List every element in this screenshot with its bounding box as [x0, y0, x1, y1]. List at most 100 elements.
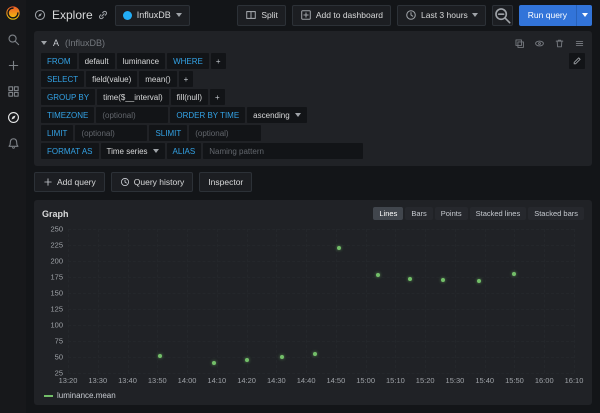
order-by-time-select[interactable]: ascending — [247, 107, 306, 123]
y-tick-label: 125 — [50, 305, 63, 314]
group-by-row: GROUP BY time($__interval) fill(null) + — [41, 89, 565, 105]
data-point[interactable] — [408, 277, 412, 281]
from-keyword[interactable]: FROM — [41, 53, 77, 69]
alias-keyword[interactable]: ALIAS — [167, 143, 202, 159]
group-by-add-button[interactable]: + — [210, 89, 225, 105]
x-tick-label: 14:20 — [237, 376, 256, 385]
search-icon[interactable] — [5, 31, 21, 47]
limit-input[interactable] — [75, 125, 147, 141]
data-point[interactable] — [212, 361, 216, 365]
add-to-dashboard-button[interactable]: Add to dashboard — [292, 5, 391, 26]
data-point[interactable] — [477, 279, 481, 283]
graph-mode-switcher: Lines Bars Points Stacked lines Stacked … — [373, 207, 584, 220]
select-mean-segment[interactable]: mean() — [139, 71, 176, 87]
gridline-horizontal — [68, 357, 574, 358]
main-area: Explore InfluxDB Split — [26, 0, 600, 413]
run-query-dropdown[interactable] — [576, 5, 592, 26]
select-field-segment[interactable]: field(value) — [86, 71, 137, 87]
dashboards-grid-icon[interactable] — [5, 83, 21, 99]
x-tick-label: 14:50 — [326, 376, 345, 385]
gridline-vertical — [425, 229, 426, 373]
data-point[interactable] — [441, 278, 445, 282]
select-add-button[interactable]: + — [179, 71, 194, 87]
y-tick-label: 100 — [50, 321, 63, 330]
x-tick-label: 13:20 — [59, 376, 78, 385]
disable-query-eye-icon[interactable] — [534, 38, 545, 49]
format-as-select[interactable]: Time series — [101, 143, 165, 159]
graph-mode-stacked-bars[interactable]: Stacked bars — [528, 207, 584, 220]
grafana-logo-icon[interactable] — [5, 5, 21, 21]
graph-mode-points[interactable]: Points — [435, 207, 468, 220]
chevron-down-icon — [295, 113, 301, 117]
toggle-text-edit-pencil-icon[interactable] — [569, 53, 585, 69]
inspector-button[interactable]: Inspector — [199, 172, 252, 192]
sidebar — [0, 0, 26, 413]
data-point[interactable] — [313, 352, 317, 356]
group-by-time-segment[interactable]: time($__interval) — [97, 89, 169, 105]
data-point[interactable] — [158, 354, 162, 358]
chevron-down-icon — [582, 13, 588, 17]
timezone-keyword[interactable]: TIMEZONE — [41, 107, 94, 123]
from-policy-segment[interactable]: default — [79, 53, 115, 69]
gridline-horizontal — [68, 277, 574, 278]
query-datasource-label: (InfluxDB) — [65, 38, 105, 48]
slimit-keyword[interactable]: SLIMIT — [149, 125, 187, 141]
duplicate-query-icon[interactable] — [514, 38, 525, 49]
from-measurement-segment[interactable]: luminance — [117, 53, 165, 69]
timezone-input[interactable] — [96, 107, 168, 123]
limit-row: LIMIT SLIMIT — [41, 125, 565, 141]
delete-query-trash-icon[interactable] — [554, 38, 565, 49]
graph-mode-stacked-lines[interactable]: Stacked lines — [470, 207, 527, 220]
add-query-button[interactable]: Add query — [34, 172, 105, 192]
chevron-down-icon — [176, 13, 182, 17]
alias-input[interactable] — [203, 143, 363, 159]
group-by-keyword[interactable]: GROUP BY — [41, 89, 95, 105]
format-as-keyword[interactable]: FORMAT AS — [41, 143, 99, 159]
limit-keyword[interactable]: LIMIT — [41, 125, 73, 141]
gridline-vertical — [98, 229, 99, 373]
gridline-vertical — [157, 229, 158, 373]
influxdb-logo-icon — [123, 11, 132, 20]
data-point[interactable] — [280, 355, 284, 359]
gridline-horizontal — [68, 309, 574, 310]
plot-area[interactable]: 13:2013:3013:4013:5014:0014:1014:2014:30… — [68, 229, 574, 373]
gridline-horizontal — [68, 293, 574, 294]
explore-compass-icon[interactable] — [5, 109, 21, 125]
gridline-vertical — [247, 229, 248, 373]
share-link-icon[interactable] — [97, 9, 109, 21]
data-point[interactable] — [512, 272, 516, 276]
drag-handle-icon[interactable] — [574, 38, 585, 49]
graph-mode-lines[interactable]: Lines — [373, 207, 403, 220]
legend-series-swatch — [44, 395, 53, 397]
gridline-vertical — [544, 229, 545, 373]
datasource-picker[interactable]: InfluxDB — [115, 5, 190, 26]
x-tick-label: 15:40 — [475, 376, 494, 385]
select-keyword[interactable]: SELECT — [41, 71, 84, 87]
group-by-fill-segment[interactable]: fill(null) — [171, 89, 208, 105]
gridline-vertical — [485, 229, 486, 373]
data-point[interactable] — [376, 273, 380, 277]
split-columns-icon — [245, 9, 257, 21]
gridline-vertical — [455, 229, 456, 373]
create-plus-icon[interactable] — [5, 57, 21, 73]
graph-mode-bars[interactable]: Bars — [405, 207, 432, 220]
alerting-bell-icon[interactable] — [5, 135, 21, 151]
data-point[interactable] — [245, 358, 249, 362]
run-query-button[interactable]: Run query — [519, 5, 576, 26]
query-ref-id[interactable]: A — [53, 38, 59, 48]
order-by-time-keyword[interactable]: ORDER BY TIME — [170, 107, 245, 123]
zoom-out-time-button[interactable] — [492, 5, 513, 26]
where-add-button[interactable]: + — [211, 53, 226, 69]
query-history-button[interactable]: Query history — [111, 172, 194, 192]
where-keyword[interactable]: WHERE — [167, 53, 209, 69]
time-range-picker[interactable]: Last 3 hours — [397, 5, 486, 26]
legend-series-label[interactable]: luminance.mean — [57, 391, 116, 400]
add-query-label: Add query — [57, 177, 96, 187]
split-button[interactable]: Split — [237, 5, 286, 26]
timezone-row: TIMEZONE ORDER BY TIME ascending — [41, 107, 565, 123]
slimit-input[interactable] — [189, 125, 261, 141]
graph-panel: Graph Lines Bars Points Stacked lines St… — [34, 200, 592, 405]
gridline-vertical — [68, 229, 69, 373]
collapse-caret-icon[interactable] — [41, 41, 47, 45]
data-point[interactable] — [337, 246, 341, 250]
